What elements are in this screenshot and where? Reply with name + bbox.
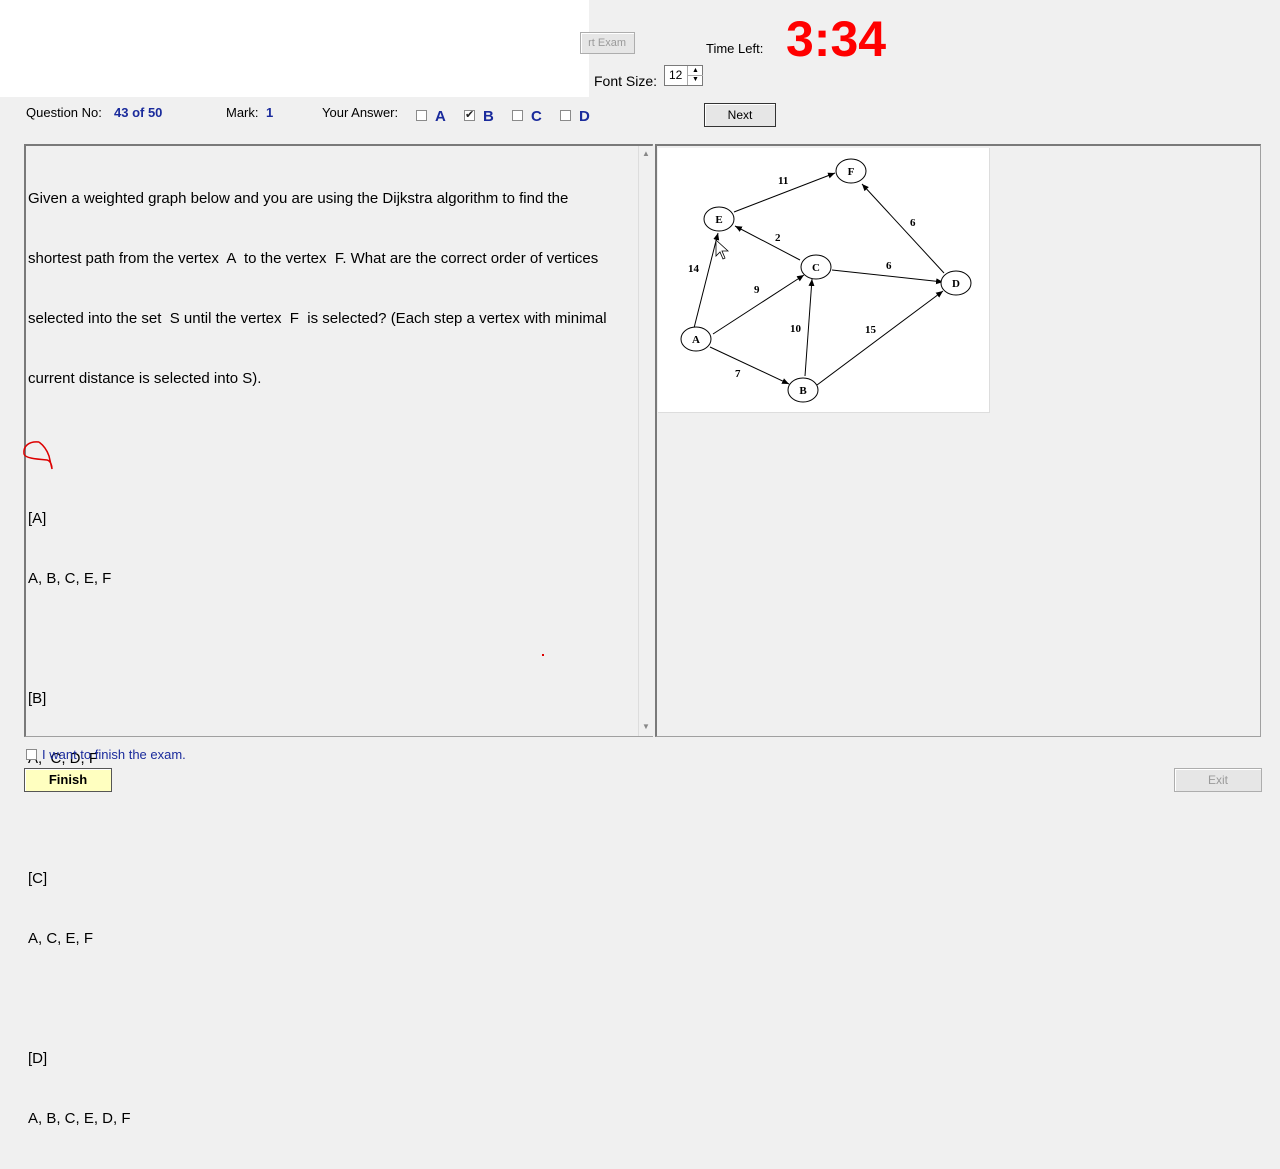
top-left-blank-area: [0, 0, 589, 97]
answer-a-checkbox[interactable]: [416, 110, 427, 121]
edge-b-c: [804, 278, 815, 377]
time-left-label: Time Left:: [706, 41, 764, 56]
edge-weight: 6: [886, 260, 892, 272]
answer-c-checkbox[interactable]: [512, 110, 523, 121]
image-panel: 14 9 7 10 15 2 6 11 6 A B C D E F: [655, 144, 1261, 737]
question-line: Given a weighted graph below and you are…: [28, 190, 569, 207]
node-label: F: [848, 166, 855, 178]
option-c-tag: [C]: [28, 870, 48, 887]
edge-weight: 15: [865, 324, 877, 336]
font-size-label: Font Size:: [594, 73, 658, 89]
scroll-down-icon[interactable]: ▼: [642, 722, 650, 731]
question-panel[interactable]: Given a weighted graph below and you are…: [23, 144, 653, 1127]
option-a-text: A, B, C, E, F: [28, 570, 112, 587]
spinner-down-icon[interactable]: ▼: [687, 75, 703, 85]
node-label: D: [952, 278, 960, 290]
edge-d-f: [861, 183, 945, 274]
node-b: B: [787, 377, 819, 403]
finish-exam-checkbox[interactable]: [26, 749, 37, 760]
node-e: E: [703, 206, 735, 232]
node-label: E: [715, 214, 722, 226]
answer-b-letter: B: [483, 108, 494, 125]
edge-weight: 11: [778, 175, 788, 187]
answer-a-letter: A: [435, 108, 446, 125]
question-text: Given a weighted graph below and you are…: [28, 149, 638, 1169]
graph-image: 14 9 7 10 15 2 6 11 6 A B C D E F: [658, 148, 990, 413]
option-a-tag: [A]: [28, 510, 47, 527]
font-size-value: 12: [669, 68, 683, 82]
exit-button[interactable]: Exit: [1174, 768, 1262, 792]
question-no-value: 43 of 50: [114, 105, 163, 120]
node-label: A: [692, 334, 700, 346]
next-button[interactable]: Next: [704, 103, 776, 127]
edge-a-b: [709, 346, 790, 385]
edge-weight: 6: [910, 217, 916, 229]
node-f: F: [835, 158, 867, 184]
time-left-value: 3:34: [786, 11, 887, 67]
answer-b-checkbox-checked-icon[interactable]: ✔: [464, 110, 475, 121]
edge-b-d: [816, 290, 944, 386]
edge-weight: 14: [688, 263, 700, 275]
red-dot: [542, 654, 544, 656]
answer-d-letter: D: [579, 108, 590, 125]
node-c: C: [800, 254, 832, 280]
question-line: selected into the set S until the vertex…: [28, 310, 607, 327]
answer-d-checkbox[interactable]: [560, 110, 571, 121]
mouse-cursor-icon: [715, 239, 730, 260]
option-d-tag: [D]: [28, 1050, 48, 1067]
node-label: C: [812, 262, 820, 274]
question-line: shortest path from the vertex A to the v…: [28, 250, 599, 267]
option-b-tag: [B]: [28, 690, 47, 707]
finish-button[interactable]: Finish: [24, 768, 112, 792]
finish-exam-checkbox-label[interactable]: I want to finish the exam.: [42, 747, 186, 762]
edge-weight: 2: [775, 232, 781, 244]
exit-exam-button[interactable]: rt Exam: [580, 32, 635, 54]
mark-label: Mark:: [226, 105, 259, 120]
red-annotation-mark-icon: [23, 441, 53, 470]
edge-a-e: [693, 232, 720, 329]
edge-weight: 10: [790, 323, 802, 335]
edge-weight: 7: [735, 368, 741, 380]
node-d: D: [940, 270, 972, 296]
answer-c-letter: C: [531, 108, 542, 125]
question-no-label: Question No:: [26, 105, 102, 120]
edge-weight: 9: [754, 284, 760, 296]
your-answer-label: Your Answer:: [322, 105, 399, 120]
weighted-graph: 14 9 7 10 15 2 6 11 6 A B C D E F: [680, 158, 972, 403]
edge-c-e: [734, 225, 801, 261]
mark-value: 1: [266, 105, 274, 120]
scroll-up-icon[interactable]: ▲: [642, 149, 650, 158]
node-label: B: [799, 385, 807, 397]
node-a: A: [680, 326, 712, 352]
option-c-text: A, C, E, F: [28, 930, 94, 947]
question-line: current distance is selected into S).: [28, 370, 262, 387]
question-scrollbar[interactable]: ▲ ▼: [638, 146, 653, 736]
option-d-text: A, B, C, E, D, F: [28, 1110, 131, 1127]
font-size-spinner[interactable]: 12 ▲ ▼: [664, 65, 703, 86]
